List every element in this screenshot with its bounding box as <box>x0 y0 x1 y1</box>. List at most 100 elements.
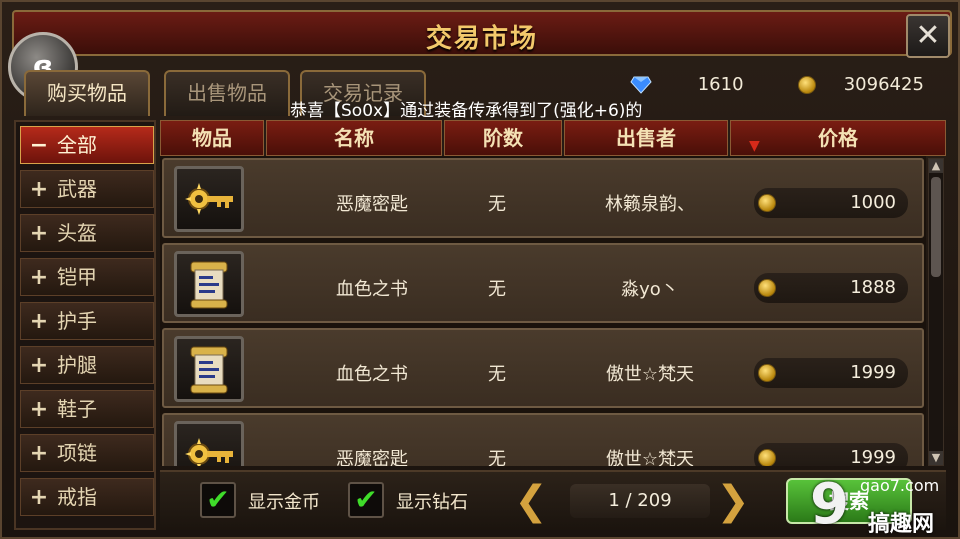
key-icon <box>185 183 233 215</box>
gold-coin-icon <box>758 449 776 466</box>
scroll-icon <box>190 346 228 394</box>
tab-buy[interactable]: 购买物品 <box>24 70 150 116</box>
item-price: 1999 <box>850 447 896 466</box>
show-diamond-checkbox[interactable]: ✔ <box>348 482 384 518</box>
show-gold-checkbox[interactable]: ✔ <box>200 482 236 518</box>
column-header-name: 名称 <box>266 120 442 156</box>
list-scrollbar[interactable]: ▲ ▼ <box>928 158 944 466</box>
gold-amount: 3096425 <box>843 74 924 95</box>
prev-page-button[interactable]: ❮ <box>514 478 548 526</box>
price-box: 1000 <box>754 188 908 218</box>
gold-balance: 3096425 <box>798 74 924 100</box>
chevron-left-icon: ❮ <box>514 478 548 524</box>
item-tier: 无 <box>488 449 506 466</box>
diamond-icon <box>630 76 652 94</box>
sidebar-item-ring[interactable]: + 戒指 <box>20 478 154 516</box>
sidebar-item-gauntlets[interactable]: + 护手 <box>20 302 154 340</box>
scroll-up-icon[interactable]: ▲ <box>929 159 943 173</box>
category-sidebar: − 全部 + 武器 + 头盔 + 铠甲 + 护手 + 护腿 + 鞋子 + 项链 + 戒指 <box>14 120 156 530</box>
item-tier: 无 <box>488 194 506 215</box>
checkmark-icon: ✔ <box>206 483 230 516</box>
sidebar-item-label: 全部 <box>57 133 97 157</box>
expand-icon: + <box>29 441 49 466</box>
title-bar: 交易市场 <box>12 10 952 56</box>
key-icon <box>185 438 233 466</box>
announcement-ticker: 恭喜【So0x】通过装备传承得到了(强化+6)的 <box>290 101 643 120</box>
collapse-icon: − <box>29 133 49 158</box>
item-slot[interactable] <box>174 251 244 317</box>
watermark-g-icon: 9 <box>810 472 849 537</box>
show-gold-label: 显示金币 <box>248 492 320 513</box>
item-name: 恶魔密匙 <box>336 449 408 466</box>
price-box: 1888 <box>754 273 908 303</box>
price-box: 1999 <box>754 358 908 388</box>
item-price: 1000 <box>850 192 896 213</box>
listing-table: 恶魔密匙 无 林籁泉韵、 1000 血色之书 无 淼yo丶 1888 血色之书 … <box>160 156 926 466</box>
item-slot[interactable] <box>174 336 244 402</box>
watermark-logo: 9 gao7.com 搞趣网 <box>802 472 960 539</box>
column-header-price-label: 价格 <box>818 126 858 150</box>
column-header-price[interactable]: ▼ 价格 <box>730 120 946 156</box>
item-slot[interactable] <box>174 421 244 466</box>
tab-sell[interactable]: 出售物品 <box>164 70 290 116</box>
table-row[interactable]: 恶魔密匙 无 林籁泉韵、 1000 <box>162 158 924 238</box>
item-price: 1999 <box>850 362 896 383</box>
expand-icon: + <box>29 353 49 378</box>
sidebar-item-weapon[interactable]: + 武器 <box>20 170 154 208</box>
diamond-amount: 1610 <box>697 74 744 95</box>
table-row[interactable]: 血色之书 无 傲世☆梵天 1999 <box>162 328 924 408</box>
sidebar-item-armor[interactable]: + 铠甲 <box>20 258 154 296</box>
close-button[interactable]: ✕ <box>906 14 950 58</box>
column-header-tier: 阶数 <box>444 120 562 156</box>
item-name: 血色之书 <box>336 279 408 300</box>
item-tier: 无 <box>488 279 506 300</box>
table-row[interactable]: 血色之书 无 淼yo丶 1888 <box>162 243 924 323</box>
expand-icon: + <box>29 397 49 422</box>
gold-coin-icon <box>798 76 816 94</box>
expand-icon: + <box>29 177 49 202</box>
sidebar-item-label: 护腿 <box>57 353 97 377</box>
table-row[interactable]: 恶魔密匙 无 傲世☆梵天 1999 <box>162 413 924 466</box>
sidebar-item-label: 武器 <box>57 177 97 201</box>
sidebar-item-label: 头盔 <box>57 221 97 245</box>
window-title: 交易市场 <box>425 24 538 54</box>
expand-icon: + <box>29 485 49 510</box>
watermark-name: 搞趣网 <box>868 512 935 537</box>
sidebar-item-leggings[interactable]: + 护腿 <box>20 346 154 384</box>
sidebar-item-label: 护手 <box>57 309 97 333</box>
expand-icon: + <box>29 221 49 246</box>
item-slot[interactable] <box>174 166 244 232</box>
gold-coin-icon <box>758 279 776 297</box>
gold-coin-icon <box>758 194 776 212</box>
price-box: 1999 <box>754 443 908 466</box>
item-tier: 无 <box>488 364 506 385</box>
sidebar-item-label: 戒指 <box>57 485 97 509</box>
scroll-icon <box>190 261 228 309</box>
item-seller: 傲世☆梵天 <box>605 449 695 466</box>
table-header: 物品 名称 阶数 出售者 ▼ 价格 <box>160 120 946 156</box>
item-seller: 林籁泉韵、 <box>605 194 695 215</box>
page-indicator: 1 / 209 <box>570 484 710 518</box>
sidebar-item-label: 铠甲 <box>57 265 97 289</box>
checkmark-icon: ✔ <box>354 483 378 516</box>
market-window: 交易市场 ✕ ɞ 购买物品 出售物品 交易记录 1610 3096425 恭喜【… <box>0 0 960 539</box>
scroll-down-icon[interactable]: ▼ <box>929 451 943 465</box>
next-page-button[interactable]: ❯ <box>716 478 750 526</box>
column-header-item: 物品 <box>160 120 264 156</box>
close-icon: ✕ <box>915 18 941 53</box>
chevron-right-icon: ❯ <box>716 478 750 524</box>
sidebar-item-label: 鞋子 <box>57 397 97 421</box>
sidebar-item-all[interactable]: − 全部 <box>20 126 154 164</box>
item-seller: 淼yo丶 <box>621 279 679 300</box>
item-name: 血色之书 <box>336 364 408 385</box>
sidebar-item-shoes[interactable]: + 鞋子 <box>20 390 154 428</box>
scroll-thumb[interactable] <box>931 177 941 277</box>
item-name: 恶魔密匙 <box>336 194 408 215</box>
column-header-seller: 出售者 <box>564 120 728 156</box>
sidebar-item-necklace[interactable]: + 项链 <box>20 434 154 472</box>
show-diamond-label: 显示钻石 <box>396 492 468 513</box>
expand-icon: + <box>29 265 49 290</box>
item-seller: 傲世☆梵天 <box>605 364 695 385</box>
sidebar-item-label: 项链 <box>57 441 97 465</box>
sidebar-item-helmet[interactable]: + 头盔 <box>20 214 154 252</box>
